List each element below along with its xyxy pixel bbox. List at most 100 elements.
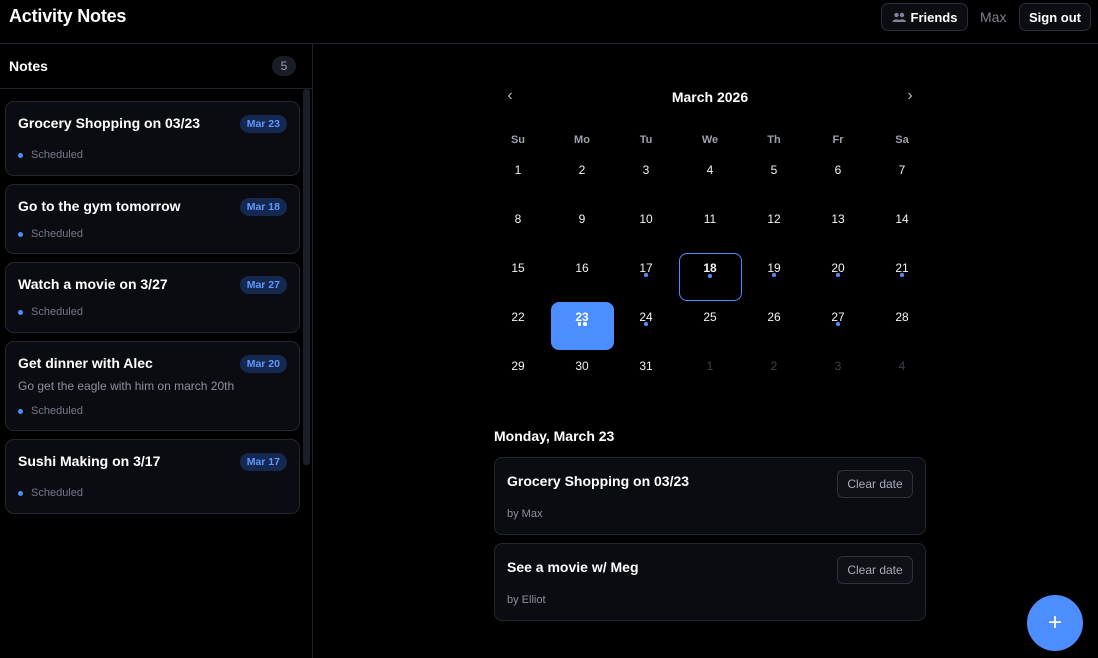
- day-number: 10: [639, 212, 653, 226]
- calendar-month-label: March 2026: [671, 89, 749, 105]
- top-bar: Activity Notes Friends Max Sign out: [0, 0, 1098, 44]
- day-number: 2: [770, 359, 778, 373]
- note-card[interactable]: Sushi Making on 3/17 Mar 17 Scheduled: [5, 439, 300, 514]
- day-number: 15: [511, 261, 525, 275]
- status-dot-icon: [18, 152, 23, 158]
- note-title: Sushi Making on 3/17: [18, 453, 161, 469]
- calendar-day[interactable]: 25: [679, 302, 742, 350]
- weekday-label: Tu: [639, 134, 653, 146]
- calendar-day[interactable]: 15: [487, 253, 550, 301]
- day-number: 8: [514, 212, 522, 226]
- calendar-day[interactable]: 3: [615, 155, 678, 203]
- calendar-day[interactable]: 16: [551, 253, 614, 301]
- calendar-day[interactable]: 31: [615, 351, 678, 399]
- day-number: 1: [514, 163, 522, 177]
- event-dot-icon: [900, 273, 904, 277]
- event-indicator: [680, 274, 741, 278]
- calendar-day-today[interactable]: 18: [678, 253, 742, 301]
- day-number: 2: [578, 163, 586, 177]
- event-title: Grocery Shopping on 03/23: [507, 473, 690, 489]
- day-number: 5: [770, 163, 778, 177]
- calendar-day[interactable]: 12: [743, 204, 806, 252]
- calendar-day-outside[interactable]: 4: [871, 351, 934, 399]
- note-status: Scheduled: [18, 228, 83, 240]
- calendar-day[interactable]: 20: [807, 253, 870, 301]
- day-number: 25: [703, 310, 717, 324]
- calendar-day-selected[interactable]: 23: [550, 302, 614, 350]
- note-date-badge: Mar 23: [239, 115, 287, 133]
- note-date-badge: Mar 17: [239, 453, 287, 471]
- notes-scrollbar[interactable]: [303, 89, 310, 465]
- note-card[interactable]: Get dinner with Alec Mar 20 Go get the e…: [5, 341, 300, 431]
- event-indicator: [807, 322, 870, 326]
- clear-date-button[interactable]: Clear date: [837, 470, 913, 498]
- day-number: 31: [639, 359, 653, 373]
- note-status-label: Scheduled: [31, 228, 83, 240]
- app-title: Activity Notes: [9, 6, 127, 26]
- calendar-day[interactable]: 11: [679, 204, 742, 252]
- calendar-day[interactable]: 26: [743, 302, 806, 350]
- calendar-day[interactable]: 24: [615, 302, 678, 350]
- note-card[interactable]: Watch a movie on 3/27 Mar 27 Scheduled: [5, 262, 300, 333]
- prev-month-button[interactable]: ‹: [500, 87, 520, 105]
- calendar-day[interactable]: 2: [551, 155, 614, 203]
- event-indicator: [615, 273, 678, 277]
- note-status: Scheduled: [18, 405, 83, 417]
- calendar-day[interactable]: 30: [551, 351, 614, 399]
- calendar-day-outside[interactable]: 1: [679, 351, 742, 399]
- calendar-day[interactable]: 21: [871, 253, 934, 301]
- note-card[interactable]: Go to the gym tomorrow Mar 18 Scheduled: [5, 184, 300, 254]
- calendar-day[interactable]: 27: [807, 302, 870, 350]
- calendar-day[interactable]: 14: [871, 204, 934, 252]
- day-number: 22: [511, 310, 525, 324]
- clear-date-button[interactable]: Clear date: [837, 556, 913, 584]
- users-icon: [892, 12, 906, 22]
- calendar-day-outside[interactable]: 2: [743, 351, 806, 399]
- event-dot-icon: [577, 322, 581, 326]
- calendar-day[interactable]: 4: [679, 155, 742, 203]
- calendar-day[interactable]: 9: [551, 204, 614, 252]
- day-number: 12: [767, 212, 781, 226]
- event-indicator: [551, 322, 614, 326]
- friends-button[interactable]: Friends: [881, 3, 968, 31]
- weekday-label: We: [701, 134, 719, 146]
- calendar-day[interactable]: 22: [487, 302, 550, 350]
- calendar-day[interactable]: 17: [615, 253, 678, 301]
- calendar-day[interactable]: 6: [807, 155, 870, 203]
- calendar-day[interactable]: 19: [743, 253, 806, 301]
- calendar-day[interactable]: 5: [743, 155, 806, 203]
- note-status-label: Scheduled: [31, 149, 83, 161]
- calendar-day[interactable]: 1: [487, 155, 550, 203]
- note-title: Grocery Shopping on 03/23: [18, 115, 201, 131]
- event-dot-icon: [708, 274, 712, 278]
- calendar-day[interactable]: 28: [871, 302, 934, 350]
- event-indicator: [615, 322, 678, 326]
- day-number: 13: [831, 212, 845, 226]
- event-indicator: [743, 273, 806, 277]
- note-status: Scheduled: [18, 487, 83, 499]
- calendar-day[interactable]: 10: [615, 204, 678, 252]
- day-number: 26: [767, 310, 781, 324]
- note-date-badge: Mar 18: [239, 198, 287, 216]
- add-note-button[interactable]: +: [1027, 595, 1083, 651]
- calendar-day[interactable]: 7: [871, 155, 934, 203]
- event-dot-icon: [772, 273, 776, 277]
- sign-out-button[interactable]: Sign out: [1019, 3, 1091, 31]
- calendar-day[interactable]: 8: [487, 204, 550, 252]
- note-title: Watch a movie on 3/27: [18, 276, 168, 292]
- day-number: 3: [642, 163, 650, 177]
- event-card: See a movie w/ Meg by Elliot Clear date: [494, 543, 926, 621]
- notes-title: Notes: [9, 58, 48, 74]
- day-number: 7: [898, 163, 906, 177]
- event-indicator: [807, 273, 870, 277]
- calendar-day[interactable]: 13: [807, 204, 870, 252]
- user-name: Max: [980, 9, 1007, 25]
- calendar-day[interactable]: 29: [487, 351, 550, 399]
- weekday-label: Fr: [832, 134, 844, 146]
- calendar-day-outside[interactable]: 3: [807, 351, 870, 399]
- note-card[interactable]: Grocery Shopping on 03/23 Mar 23 Schedul…: [5, 101, 300, 176]
- next-month-button[interactable]: ›: [900, 87, 920, 105]
- day-number: 6: [834, 163, 842, 177]
- event-indicator: [871, 273, 934, 277]
- day-number: 28: [895, 310, 909, 324]
